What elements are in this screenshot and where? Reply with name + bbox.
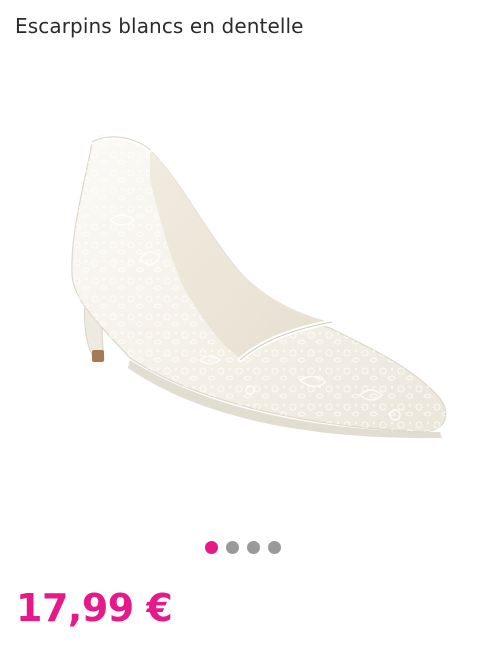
carousel-dot-1[interactable] bbox=[205, 541, 218, 554]
lace-pump-shoe-icon bbox=[71, 134, 447, 439]
product-image[interactable] bbox=[0, 60, 490, 530]
carousel-dot-4[interactable] bbox=[268, 541, 281, 554]
carousel-dot-2[interactable] bbox=[226, 541, 239, 554]
carousel-dot-3[interactable] bbox=[247, 541, 260, 554]
carousel-indicators bbox=[205, 541, 281, 554]
product-title: Escarpins blancs en dentelle bbox=[15, 14, 304, 38]
product-price: 17,99 € bbox=[16, 586, 173, 630]
